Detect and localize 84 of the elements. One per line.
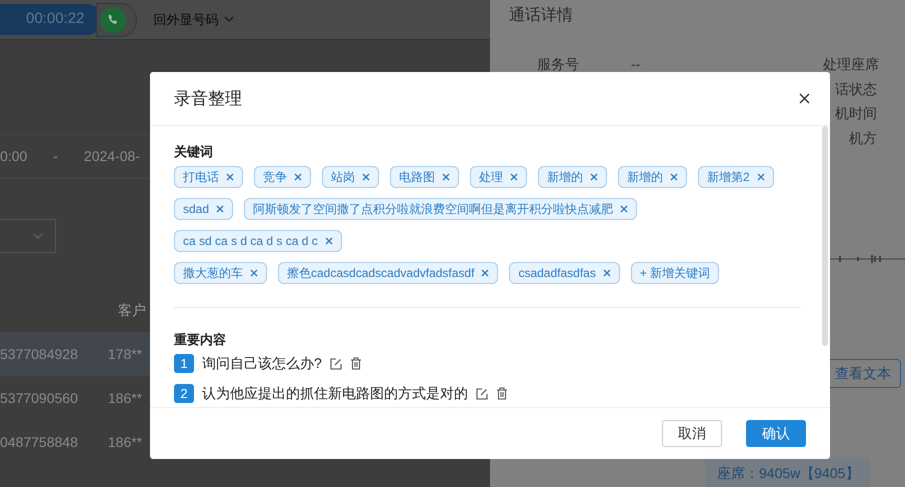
close-icon bbox=[620, 204, 628, 212]
remove-tag-button[interactable] bbox=[620, 204, 628, 212]
field-label: 处理座席 bbox=[823, 56, 879, 72]
table-cell-text: 0487758848 bbox=[0, 432, 78, 452]
edit-icon bbox=[476, 388, 488, 400]
remove-tag-button[interactable] bbox=[216, 204, 224, 212]
table-cell-text: 178** bbox=[108, 344, 142, 364]
close-icon bbox=[250, 268, 258, 276]
field-value: -- bbox=[631, 56, 640, 74]
remove-tag-button[interactable] bbox=[670, 172, 678, 180]
close-icon bbox=[590, 172, 598, 180]
edit-button[interactable] bbox=[330, 358, 342, 370]
remove-tag-button[interactable] bbox=[250, 268, 258, 276]
remove-tag-button[interactable] bbox=[602, 268, 611, 276]
table-cell-text: 5377084928 bbox=[0, 344, 78, 364]
range-separator: - bbox=[53, 147, 58, 166]
tag-label: 阿斯顿发了空间撒了点积分啦就浪费空间啊但是离开积分啦快点减肥 bbox=[253, 200, 614, 218]
close-icon bbox=[324, 236, 333, 244]
phone-icon[interactable] bbox=[100, 6, 126, 32]
close-icon bbox=[226, 172, 234, 180]
end-date[interactable]: 2024-08- bbox=[84, 146, 140, 167]
tag-label: ca sd ca s d ca d s ca d c bbox=[183, 232, 318, 250]
caller-id-select[interactable]: 回外显号码 bbox=[153, 10, 218, 30]
close-icon bbox=[294, 172, 302, 180]
scrollbar[interactable] bbox=[822, 126, 828, 346]
close-icon bbox=[670, 172, 678, 180]
edit-icon bbox=[330, 358, 342, 370]
remove-tag-button[interactable] bbox=[510, 172, 518, 180]
close-button[interactable] bbox=[799, 93, 810, 104]
tag-label: 撒大葱的车 bbox=[183, 264, 243, 282]
remove-tag-button[interactable] bbox=[756, 172, 765, 180]
column-header: 客户 bbox=[118, 300, 146, 320]
field-label: 话状态 bbox=[835, 80, 877, 96]
add-keyword-button[interactable]: + 新增关键词 bbox=[630, 262, 720, 284]
tag-label: 电路图 bbox=[399, 168, 435, 186]
seat-label: 座席：9405w【9405】 bbox=[705, 459, 870, 487]
close-icon bbox=[799, 93, 810, 104]
close-icon bbox=[442, 172, 450, 180]
start-time: 0:00 bbox=[0, 147, 28, 166]
delete-button[interactable] bbox=[350, 357, 362, 370]
chevron-down-icon bbox=[33, 233, 43, 239]
table-cell-text: 186** bbox=[108, 432, 142, 452]
table-cell-text: 186** bbox=[108, 388, 142, 408]
section-heading: 关键词 bbox=[174, 143, 214, 161]
trash-icon bbox=[350, 357, 362, 370]
close-icon bbox=[216, 204, 224, 212]
remove-tag-button[interactable] bbox=[362, 172, 370, 180]
tag-label: 竞争 bbox=[263, 168, 287, 186]
drawer-title: 通话详情 bbox=[509, 6, 574, 26]
item-text: 询问自己该怎么办? bbox=[202, 354, 322, 373]
close-icon bbox=[510, 172, 518, 180]
table-cell-text: 5377090560 bbox=[0, 388, 78, 408]
tag-label: 新增的 bbox=[547, 168, 583, 186]
tag-label: 新增第2 bbox=[707, 168, 750, 186]
close-icon bbox=[602, 268, 611, 276]
remove-tag-button[interactable] bbox=[442, 172, 450, 180]
tag-label: 处理 bbox=[479, 168, 503, 186]
item-number: 1 bbox=[174, 354, 194, 373]
field-label: 机方 bbox=[849, 130, 877, 146]
remove-tag-button[interactable] bbox=[294, 172, 302, 180]
close-icon bbox=[756, 172, 765, 180]
item-text: 认为他应提出的抓住新电路图的方式是对的 bbox=[202, 384, 468, 403]
delete-button[interactable] bbox=[496, 387, 508, 400]
tag-label: sdad bbox=[183, 200, 210, 218]
close-icon bbox=[362, 172, 370, 180]
remove-tag-button[interactable] bbox=[226, 172, 234, 180]
tag-label: 站岗 bbox=[331, 168, 355, 186]
cancel-button[interactable]: 取消 bbox=[662, 420, 722, 447]
trash-icon bbox=[496, 387, 508, 400]
tag-label: 打电话 bbox=[183, 168, 219, 186]
section-heading: 重要内容 bbox=[174, 330, 227, 348]
remove-tag-button[interactable] bbox=[324, 236, 333, 244]
confirm-button[interactable]: 确认 bbox=[746, 420, 806, 447]
item-number: 2 bbox=[174, 384, 194, 403]
close-icon bbox=[481, 268, 490, 276]
tag-label: 新增的 bbox=[627, 168, 663, 186]
remove-tag-button[interactable] bbox=[590, 172, 598, 180]
tag-label: csadadfasdfas bbox=[518, 264, 596, 282]
modal-title: 录音整理 bbox=[174, 88, 242, 110]
remove-tag-button[interactable] bbox=[481, 268, 490, 276]
edit-button[interactable] bbox=[476, 388, 488, 400]
field-label: 服务号 bbox=[537, 56, 579, 74]
tag-label: 擦色cadcasdcadscadvadvfadsfasdf bbox=[287, 264, 474, 282]
field-label: 机时间 bbox=[835, 105, 877, 121]
